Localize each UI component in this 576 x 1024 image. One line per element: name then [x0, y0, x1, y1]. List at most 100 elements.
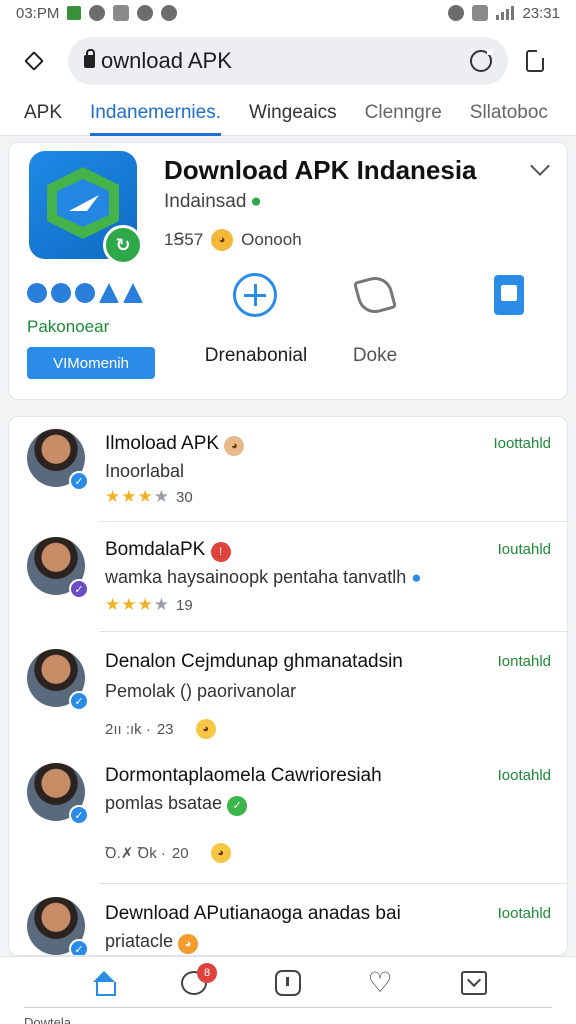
vibrate-icon [472, 5, 489, 21]
chat-icon: 8 [181, 963, 217, 995]
rating-stars: ★★★★ [105, 595, 170, 614]
developer-name: Indainsad [164, 191, 247, 212]
review-tag: Ioottahld [493, 435, 551, 452]
nav-alerts[interactable] [268, 965, 308, 1001]
verified-icon: ✓ [69, 939, 89, 955]
status-bar: 03:PM 23:31 [0, 0, 576, 26]
review-tag: Iontahld [497, 653, 551, 670]
book-icon [494, 275, 524, 315]
heart-icon: ♡ [367, 967, 393, 998]
notification-icon [67, 6, 82, 20]
nav-favorites[interactable]: ♡ [360, 965, 400, 1001]
review-meta-prefix: 2ıı :ık · [105, 720, 151, 738]
review-line: Pemolak () paorivanolar [105, 681, 297, 701]
tab-games[interactable]: Wingeaics [249, 96, 337, 136]
app-card: ↻ Download APK Indanesia Indainsad ● 1Ꞩ57… [8, 142, 568, 400]
info-icon [27, 283, 47, 303]
alarm-icon [89, 5, 106, 21]
review-line: Inoorlabal [105, 461, 185, 481]
status-time: 03:PM [16, 4, 60, 22]
share-icon[interactable] [526, 49, 545, 72]
install-button[interactable]: VIMomenih [27, 347, 155, 379]
divider [99, 883, 567, 884]
app-meta-extra: Oonooh [241, 230, 302, 249]
tab-more[interactable]: Sllatoboc [470, 96, 548, 136]
rating-stars: ★★★★ [105, 487, 170, 506]
action-download[interactable]: Drenabonial [191, 271, 321, 367]
verified-icon: ● [250, 191, 262, 212]
emoji-icon: ◕ [195, 719, 216, 739]
tab-indonesia[interactable]: Indanemernies. [90, 96, 221, 136]
review-meta: ★★★★ 30 [105, 487, 193, 507]
alert-emoji-icon: ! [210, 542, 231, 562]
wifi-icon [448, 5, 465, 21]
divider [99, 521, 567, 522]
emoji-icon: ◕ [210, 843, 231, 863]
avatar: ✓ [27, 649, 89, 711]
notification-badge: 8 [197, 963, 217, 983]
chevron-down-icon[interactable] [530, 156, 550, 176]
star-icon [123, 283, 143, 303]
review-meta: ★★★★ 19 [105, 595, 193, 615]
signal-icon [496, 6, 515, 20]
reviews-list: ✓ Ilmoload APK ◕ Ioottahld Inoorlabal ★★… [8, 416, 568, 956]
check-circle-icon: ✓ [227, 795, 248, 816]
app-meta: 1Ꞩ57 ◕ Oonooh [164, 229, 302, 251]
emoji-icon: ◕ [178, 934, 199, 954]
review-title: BomdalaPK ! [105, 539, 231, 562]
verified-icon: ✓ [69, 579, 89, 599]
review-title: Denalon Cejmdunap ghmanatadsin [105, 651, 403, 672]
app-icon[interactable]: ↻ [29, 151, 143, 265]
reload-icon[interactable] [470, 49, 493, 72]
review-line: pomlas bsatae ✓ [105, 793, 248, 816]
review-tag: Ioutahld [497, 541, 551, 558]
tab-apk[interactable]: APK [24, 96, 62, 136]
review-meta: Ꝺ.✗ Ꝺk · 20 ◕ [105, 843, 231, 863]
badge-icon [51, 283, 71, 303]
review-line: wamka haysainoopk pentaha tanvatlh ● [105, 567, 422, 587]
category-tabs: APK Indanemernies. Wingeaics Clenngre Sl… [0, 96, 576, 136]
fold-icon [352, 272, 398, 318]
home-diamond-icon[interactable] [14, 41, 54, 81]
nav-home[interactable] [84, 965, 124, 1001]
action-share[interactable]: Doke [351, 271, 399, 367]
action-share-label: Doke [352, 345, 398, 366]
app-title: Download APK Indanesia [164, 155, 477, 185]
info-icon: ● [411, 568, 422, 587]
browser-toolbar: ownload APK [0, 26, 576, 96]
avatar: ✓ [27, 897, 89, 955]
divider [24, 1007, 552, 1008]
tab-genre[interactable]: Clenngre [365, 96, 442, 136]
review-meta-prefix: Ꝺ.✗ Ꝺk · [105, 845, 166, 862]
check-icon [161, 5, 178, 21]
lock-icon [84, 48, 95, 68]
address-bar[interactable]: ownload APK [68, 37, 508, 85]
verified-icon: ✓ [69, 471, 89, 491]
review-tag: Iootahld [497, 905, 551, 922]
status-left: 03:PM [16, 4, 178, 22]
app-developer[interactable]: Indainsad ● [164, 191, 262, 213]
nav-inbox[interactable] [454, 965, 494, 1001]
alert-icon [275, 970, 301, 996]
app-sub-label: Pakonoear [27, 317, 110, 336]
action-library[interactable] [485, 271, 533, 319]
status-right: 23:31 [448, 5, 560, 22]
inbox-icon [461, 971, 487, 995]
divider [99, 631, 567, 632]
app-meta-count: 1Ꞩ57 [164, 230, 204, 249]
verified-icon: ✓ [69, 691, 89, 711]
review-meta: 2ıı :ık · 23 ◕ [105, 719, 216, 739]
emoji-icon: ◕ [224, 436, 245, 456]
verified-icon: ✓ [69, 805, 89, 825]
review-count: 20 [171, 844, 189, 862]
bottom-caption: Dowtela [24, 1015, 71, 1024]
action-download-label: Drenabonial [204, 345, 308, 366]
review-count: 23 [156, 720, 174, 738]
home-icon [92, 971, 116, 996]
nav-messages[interactable]: 8 [174, 963, 217, 1001]
avatar: ✓ [27, 429, 89, 491]
bottom-nav: 8 ♡ Dowtela [0, 956, 576, 1024]
review-tag: Iootahld [497, 767, 551, 784]
review-line: priatacle ◕ [105, 931, 199, 954]
url-text[interactable]: ownload APK [101, 48, 470, 74]
